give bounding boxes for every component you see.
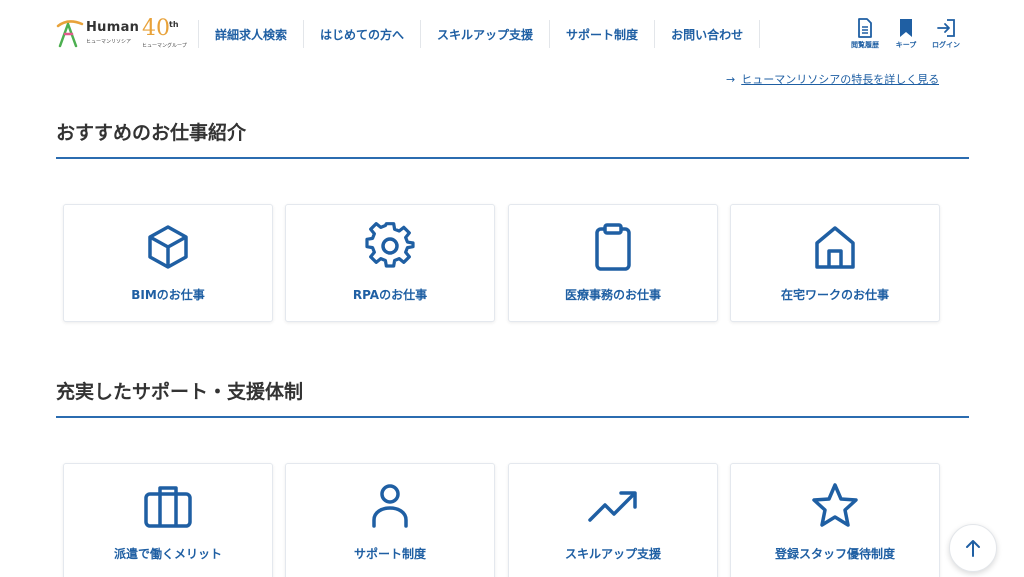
card-label: BIMのお仕事 <box>131 288 205 302</box>
logo-group-sub: ヒューマングループ <box>142 43 187 49</box>
scroll-to-top-button[interactable] <box>949 524 997 572</box>
features-link[interactable]: → ヒューマンリソシアの特長を詳しく見る <box>726 71 939 85</box>
features-link-text: ヒューマンリソシアの特長を詳しく見る <box>741 73 940 85</box>
home-icon <box>809 221 861 273</box>
briefcase-icon <box>142 480 194 532</box>
nav-item-support[interactable]: サポート制度 <box>549 20 654 48</box>
card-label: 派遣で働くメリット <box>113 547 222 561</box>
section-title-recommended-jobs: おすすめのお仕事紹介 <box>56 122 247 144</box>
keep-label: キープ <box>895 41 917 49</box>
logo-anniversary-number: 40 <box>142 16 170 41</box>
logo-mark-icon <box>56 20 84 48</box>
card-skill-up-support[interactable]: スキルアップ支援 <box>508 463 718 577</box>
person-icon <box>364 480 416 532</box>
login-label: ログイン <box>932 41 960 49</box>
bookmark-icon <box>900 19 912 37</box>
card-rpa-jobs[interactable]: RPAのお仕事 <box>285 204 495 322</box>
card-staff-benefits[interactable]: 登録スタッフ優待制度 <box>730 463 940 577</box>
arrow-right-icon: → <box>726 73 736 85</box>
gear-icon <box>364 221 416 273</box>
card-support-system[interactable]: サポート制度 <box>285 463 495 577</box>
global-nav: 詳細求人検索 はじめての方へ スキルアップ支援 サポート制度 お問い合わせ <box>198 20 761 48</box>
nav-item-detailed-search[interactable]: 詳細求人検索 <box>198 20 303 48</box>
card-label: RPAのお仕事 <box>352 288 428 302</box>
site-logo[interactable]: Human ヒューマンリソシア 40 th ヒューマングループ <box>56 16 187 56</box>
card-medical-office-jobs[interactable]: 医療事務のお仕事 <box>508 204 718 322</box>
site-header: Human ヒューマンリソシア 40 th ヒューマングループ 詳細求人検索 は… <box>0 0 1024 72</box>
arrow-up-icon <box>966 540 980 557</box>
history-label: 閲覧履歴 <box>851 41 879 49</box>
star-icon <box>809 480 861 532</box>
trending-up-icon <box>587 480 639 532</box>
section-divider <box>56 157 969 159</box>
card-label: 医療事務のお仕事 <box>564 288 661 302</box>
nav-item-skill-up[interactable]: スキルアップ支援 <box>420 20 549 48</box>
section-divider <box>56 416 969 418</box>
nav-item-contact[interactable]: お問い合わせ <box>654 20 759 48</box>
logo-brand: Human <box>86 20 140 35</box>
card-label: スキルアップ支援 <box>564 547 661 561</box>
document-icon <box>858 18 872 38</box>
cube-icon <box>142 221 194 273</box>
section-title-support-system: 充実したサポート・支援体制 <box>56 381 304 403</box>
card-label: 登録スタッフ優待制度 <box>774 547 895 561</box>
history-button[interactable]: 閲覧履歴 <box>845 18 885 50</box>
card-label: サポート制度 <box>353 547 426 561</box>
nav-divider <box>759 20 761 48</box>
nav-item-first-time[interactable]: はじめての方へ <box>303 20 420 48</box>
keep-button[interactable]: キープ <box>886 18 926 50</box>
logo-anniversary-suffix: th <box>169 20 179 29</box>
card-remote-work-jobs[interactable]: 在宅ワークのお仕事 <box>730 204 940 322</box>
login-icon <box>937 19 955 37</box>
logo-brand-sub: ヒューマンリソシア <box>86 39 132 45</box>
card-bim-jobs[interactable]: BIMのお仕事 <box>63 204 273 322</box>
card-dispatch-benefits[interactable]: 派遣で働くメリット <box>63 463 273 577</box>
login-button[interactable]: ログイン <box>926 18 966 50</box>
card-label: 在宅ワークのお仕事 <box>780 288 889 302</box>
clipboard-icon <box>587 221 639 273</box>
